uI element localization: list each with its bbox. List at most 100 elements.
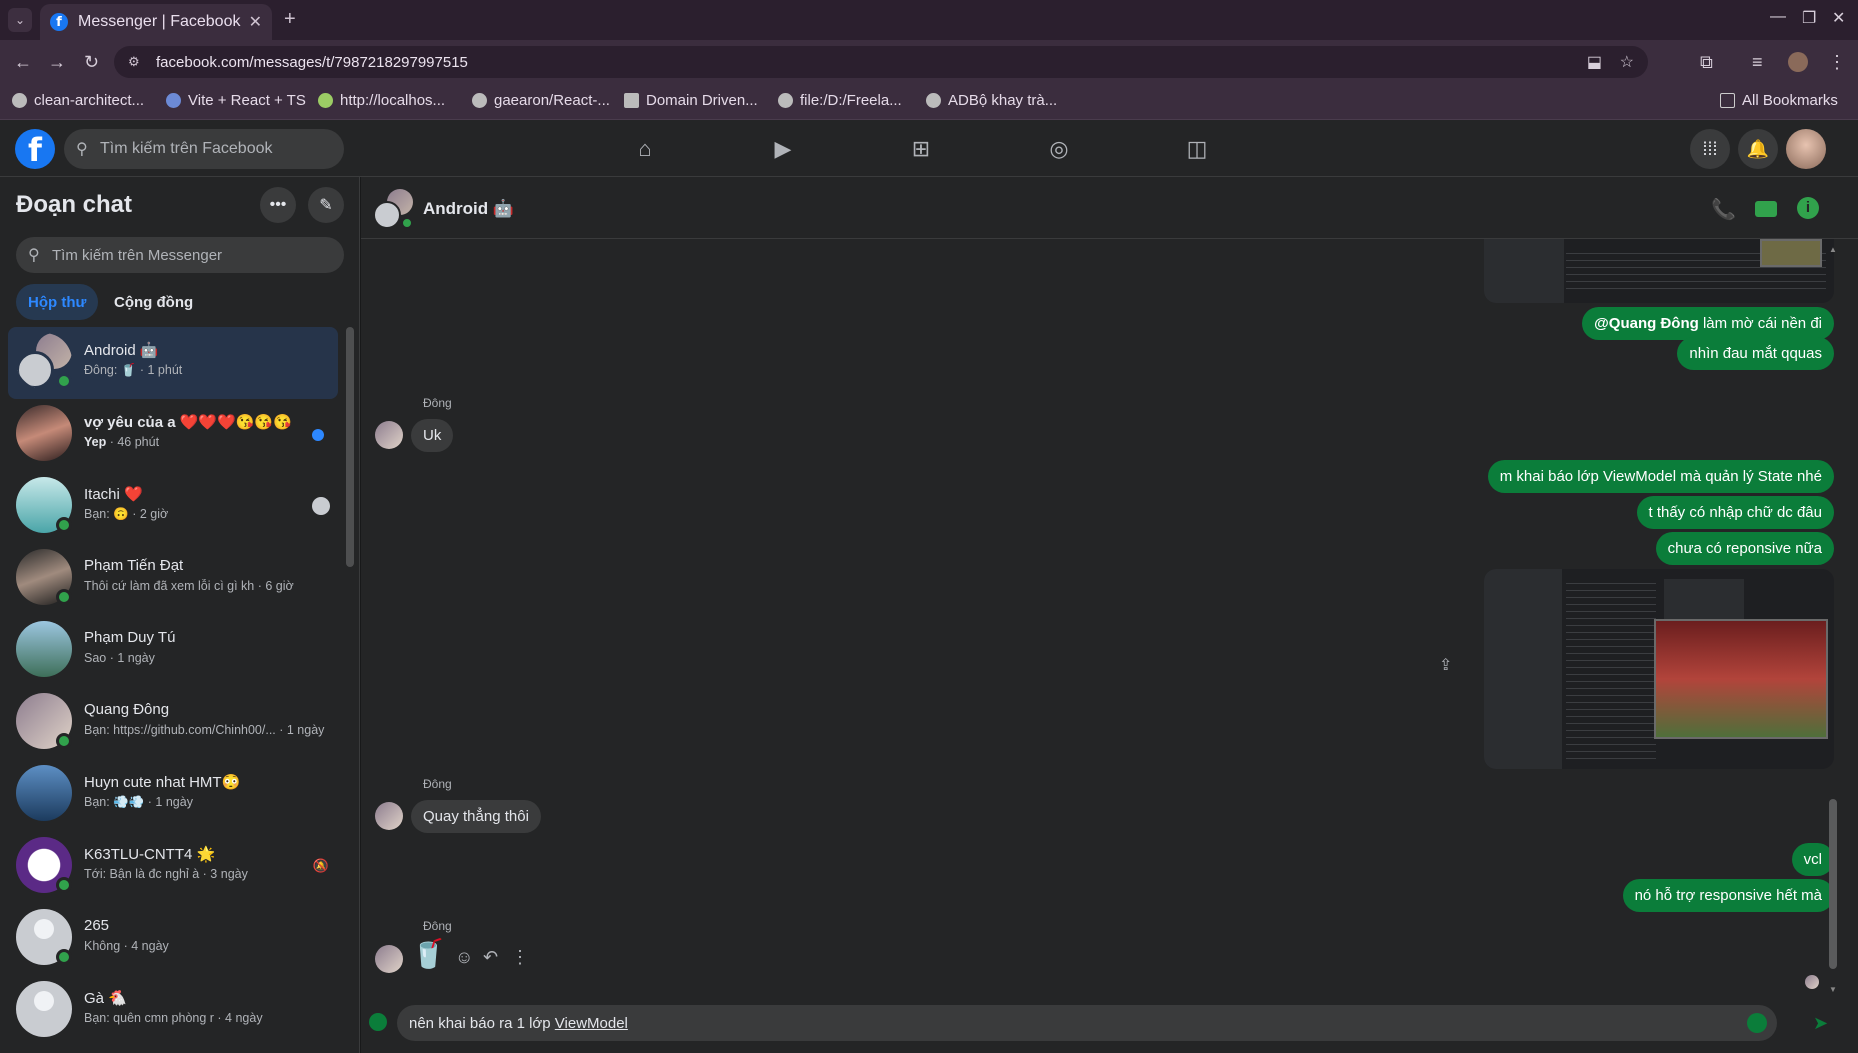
bookmark-item[interactable]: file:/D:/Freela... bbox=[778, 92, 902, 109]
sticker-message[interactable]: 🥤 bbox=[411, 937, 446, 970]
minimize-button[interactable]: — bbox=[1770, 8, 1786, 26]
message-input[interactable]: nên khai báo ra 1 lớp ViewModel bbox=[397, 1005, 1777, 1041]
messenger-search-input[interactable]: ⚲ Tìm kiếm trên Messenger bbox=[16, 237, 344, 273]
site-info-icon[interactable]: ⚙ bbox=[128, 54, 140, 70]
conversation-item[interactable]: Itachi ❤️ Bạn: 🙃 · 2 giờ bbox=[8, 471, 338, 543]
github-icon bbox=[12, 93, 27, 108]
sender-avatar[interactable] bbox=[375, 802, 403, 830]
info-icon[interactable]: i bbox=[1797, 197, 1819, 219]
conversation-item[interactable]: Phạm Tiến Đạt Thôi cứ làm đã xem lỗi cì … bbox=[8, 543, 338, 615]
conversation-item[interactable]: Phạm Duy Tú Sao · 1 ngày bbox=[8, 615, 338, 687]
bookmark-item[interactable]: clean-architect... bbox=[12, 92, 144, 109]
message-list: @Quang Đông làm mờ cái nền đi nhìn đau m… bbox=[361, 239, 1858, 999]
bookmark-item[interactable]: ADBộ khay trà... bbox=[926, 92, 1057, 109]
video-call-icon[interactable] bbox=[1755, 201, 1777, 217]
tab-communities[interactable]: Cộng đồng bbox=[102, 284, 205, 320]
browser-menu-icon[interactable]: ⋮ bbox=[1828, 52, 1846, 73]
tab-list-button[interactable]: ⌄ bbox=[8, 8, 32, 32]
conversation-item[interactable]: vợ yêu của a ❤️❤️❤️😘😘😘 Yep · 46 phút bbox=[8, 399, 338, 471]
back-icon[interactable]: ← bbox=[14, 52, 32, 73]
tab-title: Messenger | Facebook bbox=[78, 13, 241, 30]
send-icon[interactable]: ➤ bbox=[1813, 1013, 1828, 1034]
close-window-button[interactable]: ✕ bbox=[1832, 8, 1845, 28]
outgoing-message[interactable]: nó hỗ trợ responsive hết mà bbox=[1622, 879, 1834, 912]
sender-avatar[interactable] bbox=[375, 421, 403, 449]
chat-scrollbar[interactable]: ▲ ▼ bbox=[1827, 239, 1837, 999]
plus-icon[interactable] bbox=[369, 1013, 387, 1031]
incoming-message[interactable]: Quay thẳng thôi bbox=[411, 800, 541, 833]
sidebar-scrollbar[interactable] bbox=[346, 327, 354, 567]
phone-call-icon[interactable]: 📞 bbox=[1711, 197, 1736, 222]
shield-icon bbox=[166, 93, 181, 108]
conversation-item[interactable]: 265 Không · 4 ngày bbox=[8, 903, 338, 975]
extensions-icon[interactable]: ⧉ bbox=[1700, 52, 1713, 73]
outgoing-message[interactable]: @Quang Đông làm mờ cái nền đi bbox=[1582, 307, 1834, 340]
conversation-item[interactable]: K63TLU-CNTT4 🌟 Tới: Bận là đc nghỉ à · 3… bbox=[8, 831, 338, 903]
marketplace-icon[interactable]: ⊞ bbox=[908, 136, 934, 162]
bookmark-item[interactable]: gaearon/React-... bbox=[472, 92, 610, 109]
media-icon[interactable]: ≡ bbox=[1752, 52, 1763, 73]
menu-grid-icon[interactable]: ⁞⁞⁞ bbox=[1690, 129, 1730, 169]
chat-header: Android 🤖 📞 i bbox=[361, 177, 1858, 239]
close-tab-icon[interactable]: ✕ bbox=[249, 12, 262, 32]
folder-icon bbox=[1720, 93, 1735, 108]
sender-name: Đông bbox=[423, 396, 452, 410]
facebook-search-input[interactable]: ⚲ Tìm kiếm trên Facebook bbox=[64, 129, 344, 169]
install-icon[interactable]: ⬓ bbox=[1587, 52, 1602, 72]
online-indicator bbox=[56, 373, 72, 389]
maximize-button[interactable]: ❐ bbox=[1802, 8, 1816, 28]
new-tab-button[interactable]: + bbox=[284, 8, 296, 31]
avatar bbox=[16, 621, 72, 677]
account-avatar[interactable] bbox=[1786, 129, 1826, 169]
url-text: facebook.com/messages/t/7987218297997515 bbox=[156, 53, 468, 71]
chat-sidebar: Đoạn chat ••• ✎ ⚲ Tìm kiếm trên Messenge… bbox=[0, 177, 360, 1053]
video-icon[interactable]: ▶ bbox=[770, 136, 796, 162]
image-attachment[interactable] bbox=[1484, 569, 1834, 769]
groups-icon[interactable]: ◎ bbox=[1046, 136, 1072, 162]
tab-inbox[interactable]: Hộp thư bbox=[16, 284, 99, 320]
url-field[interactable]: ⚙ facebook.com/messages/t/79872182979975… bbox=[114, 46, 1648, 78]
outgoing-message[interactable]: m khai báo lớp ViewModel mà quản lý Stat… bbox=[1487, 460, 1834, 493]
unread-dot bbox=[312, 429, 324, 441]
online-indicator bbox=[56, 733, 72, 749]
facebook-logo[interactable]: f bbox=[15, 129, 55, 169]
reply-icon[interactable]: ↶ bbox=[483, 947, 498, 968]
reload-icon[interactable]: ↻ bbox=[84, 52, 99, 73]
more-options-button[interactable]: ••• bbox=[260, 187, 296, 223]
sender-name: Đông bbox=[423, 919, 452, 933]
avatar bbox=[16, 765, 72, 821]
forward-icon[interactable]: → bbox=[48, 52, 66, 73]
bookmark-item[interactable]: http://localhos... bbox=[318, 92, 445, 109]
conversation-item[interactable]: Huyn cute nhat HMT😳 Bạn: 💨💨 · 1 ngày bbox=[8, 759, 338, 831]
outgoing-message[interactable]: t thấy có nhập chữ dc đâu bbox=[1636, 496, 1834, 529]
bookmarks-bar: clean-architect... Vite + React + TS htt… bbox=[0, 84, 1858, 120]
notifications-icon[interactable]: 🔔 bbox=[1738, 129, 1778, 169]
more-icon[interactable]: ⋮ bbox=[511, 947, 529, 968]
new-message-button[interactable]: ✎ bbox=[308, 187, 344, 223]
share-icon[interactable]: ⇪ bbox=[1439, 655, 1452, 675]
bookmark-star-icon[interactable]: ☆ bbox=[1620, 52, 1634, 72]
sender-avatar[interactable] bbox=[375, 945, 403, 973]
conversation-item[interactable]: Quang Đông Bạn: https://github.com/Chinh… bbox=[8, 687, 338, 759]
image-attachment[interactable] bbox=[1484, 239, 1834, 303]
chat-title[interactable]: Android 🤖 bbox=[423, 199, 514, 219]
incoming-message[interactable]: Uk bbox=[411, 419, 454, 452]
globe-icon bbox=[778, 93, 793, 108]
outgoing-message[interactable]: nhìn đau mắt qquas bbox=[1677, 337, 1834, 370]
browser-tab[interactable]: f Messenger | Facebook ✕ bbox=[40, 4, 272, 40]
all-bookmarks[interactable]: All Bookmarks bbox=[1720, 92, 1838, 109]
conversation-item[interactable]: Android 🤖 Đông: 🥤 · 1 phút bbox=[8, 327, 338, 399]
profile-icon[interactable] bbox=[1788, 52, 1808, 72]
home-icon[interactable]: ⌂ bbox=[632, 136, 658, 162]
group-avatar[interactable] bbox=[373, 189, 413, 229]
gaming-icon[interactable]: ◫ bbox=[1184, 136, 1210, 162]
search-icon: ⚲ bbox=[28, 247, 40, 264]
conversation-item[interactable]: Gà 🐔 Bạn: quên cmn phòng r · 4 ngày bbox=[8, 975, 338, 1047]
chat-panel: Android 🤖 📞 i @Quang Đông làm mờ cái nền… bbox=[361, 177, 1858, 1053]
outgoing-message[interactable]: chưa có reponsive nữa bbox=[1655, 532, 1834, 565]
react-icon[interactable]: ☺ bbox=[455, 947, 473, 968]
emoji-icon[interactable] bbox=[1747, 1013, 1767, 1033]
bookmark-item[interactable]: Vite + React + TS bbox=[166, 92, 306, 109]
bookmark-item[interactable]: Domain Driven... bbox=[624, 92, 758, 109]
sender-name: Đông bbox=[423, 777, 452, 791]
